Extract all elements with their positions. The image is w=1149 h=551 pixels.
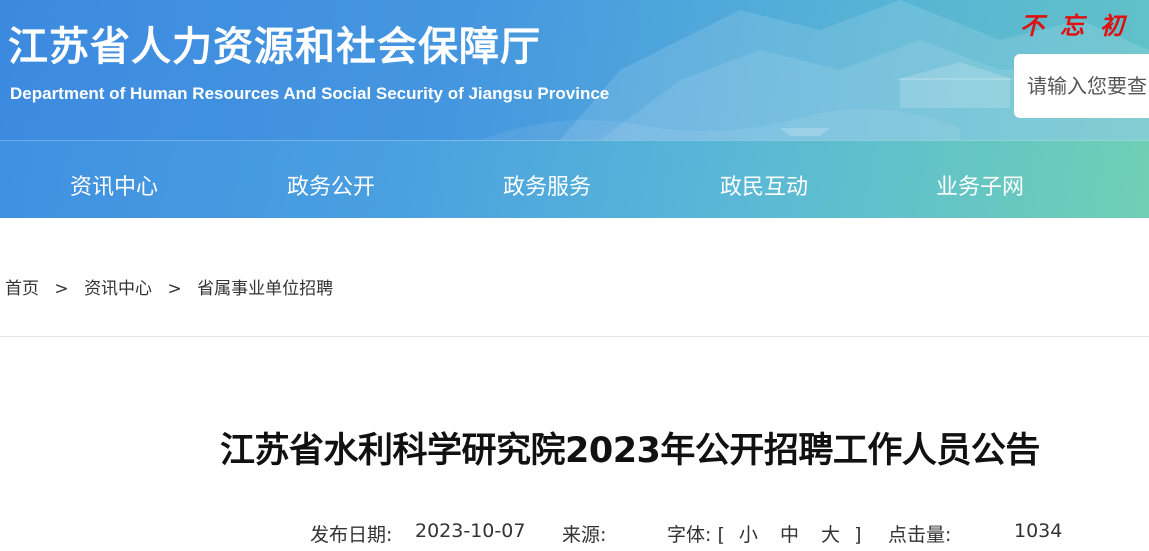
breadcrumb-recruitment[interactable]: 省属事业单位招聘	[197, 279, 333, 299]
site-subtitle: Department of Human Resources And Social…	[10, 84, 610, 103]
font-bracket-open: [	[717, 524, 725, 546]
main-nav: 资讯中心 政务公开 政务服务 政民互动 业务子网	[0, 140, 1149, 218]
font-size-large-button[interactable]: 大	[821, 524, 840, 546]
site-header: 江苏省人力资源和社会保障厅 Department of Human Resour…	[0, 0, 1149, 218]
nav-item-government-services[interactable]: 政务服务	[503, 169, 591, 201]
nav-item-news-center[interactable]: 资讯中心	[70, 169, 158, 201]
source-label: 来源:	[562, 524, 607, 546]
font-bracket-close: ]	[854, 524, 862, 546]
divider	[0, 336, 1149, 337]
breadcrumb-news-center[interactable]: 资讯中心	[84, 279, 152, 299]
font-size-control: 字体: [ 小 中 大 ]	[667, 520, 862, 547]
search-input[interactable]	[1027, 74, 1149, 98]
nav-item-government-affairs[interactable]: 政务公开	[287, 169, 375, 201]
breadcrumb-separator: >	[167, 279, 182, 299]
font-size-medium-button[interactable]: 中	[780, 524, 799, 546]
font-size-small-button[interactable]: 小	[739, 524, 758, 546]
slogan: 不忘初	[1020, 11, 1140, 40]
font-size-label: 字体:	[667, 524, 712, 546]
nav-item-business-subnet[interactable]: 业务子网	[936, 169, 1024, 201]
publish-date: 2023-10-07	[415, 520, 526, 542]
nav-item-public-interaction[interactable]: 政民互动	[720, 169, 808, 201]
views-label: 点击量:	[888, 524, 952, 546]
breadcrumb: 首页 > 资讯中心 > 省属事业单位招聘	[5, 274, 333, 299]
breadcrumb-separator: >	[54, 279, 69, 299]
site-title: 江苏省人力资源和社会保障厅	[8, 23, 541, 70]
publish-date-label: 发布日期:	[310, 524, 393, 546]
views-count: 1034	[1014, 520, 1063, 542]
article-title: 江苏省水利科学研究院2023年公开招聘工作人员公告	[220, 431, 1040, 471]
search-box[interactable]	[1014, 54, 1149, 118]
breadcrumb-home[interactable]: 首页	[5, 279, 39, 299]
